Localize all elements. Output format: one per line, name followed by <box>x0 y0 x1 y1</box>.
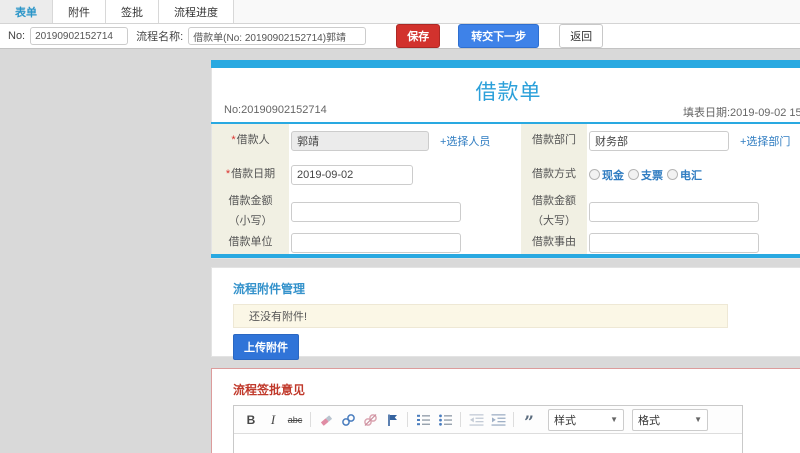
loan-date-label: *借款日期 <box>212 157 289 192</box>
tab-attachments[interactable]: 附件 <box>53 0 106 23</box>
select-department-link[interactable]: +选择部门 <box>740 133 790 149</box>
chevron-down-icon: ▼ <box>694 415 702 424</box>
panel-top-accent-bar <box>211 60 800 68</box>
toolbar-separator <box>310 412 311 427</box>
form-title: 借款单 <box>475 81 542 104</box>
amount-small-cell <box>289 192 521 232</box>
upload-attachment-button[interactable]: 上传附件 <box>233 334 299 360</box>
amount-small-label: 借款金额（小写） <box>212 192 289 232</box>
indent-icon[interactable] <box>488 410 508 430</box>
radio-circle-icon <box>589 169 600 180</box>
loan-reason-label: 借款事由 <box>521 232 587 254</box>
back-button[interactable]: 返回 <box>559 24 604 48</box>
amount-big-input[interactable] <box>589 202 759 222</box>
style-select[interactable]: 样式 ▼ <box>548 408 624 431</box>
loan-reason-cell <box>587 232 800 254</box>
no-input[interactable] <box>30 27 129 45</box>
tab-approval[interactable]: 签批 <box>106 0 159 23</box>
process-name-label: 流程名称: <box>136 31 184 43</box>
fill-date: 填表日期:2019-09-02 15:27:1 <box>683 107 800 119</box>
toolbar-separator <box>513 412 514 427</box>
loan-unit-input[interactable] <box>291 233 461 253</box>
no-label: No: <box>8 30 26 42</box>
radio-circle-icon <box>667 169 678 180</box>
no-attachments-message: 还没有附件! <box>233 304 728 328</box>
doc-no: No:20190902152714 <box>224 104 327 116</box>
toolbar-separator <box>407 412 408 427</box>
screen: 表单 附件 签批 流程进度 No: 流程名称: 保存 转交下一步 返回 借款单 … <box>0 0 800 453</box>
borrower-label: *借款人 <box>212 124 289 157</box>
next-step-button[interactable]: 转交下一步 <box>458 24 540 48</box>
panel-bottom-accent-bar <box>211 254 800 258</box>
loan-form-panel: 借款单 No:20190902152714 填表日期:2019-09-02 15… <box>211 60 800 259</box>
required-mark: * <box>231 133 236 146</box>
numbered-list-icon[interactable] <box>413 410 433 430</box>
attachments-title: 流程附件管理 <box>233 282 306 296</box>
radio-cheque[interactable]: 支票 <box>628 167 663 183</box>
department-input[interactable] <box>589 130 729 151</box>
approval-panel: 流程签批意见 B I abc ” 样式 ▼ 格式 ▼ <box>211 368 800 453</box>
amount-big-label: 借款金额（大写） <box>521 192 587 232</box>
approval-title: 流程签批意见 <box>233 383 306 397</box>
radio-cash[interactable]: 现金 <box>589 167 624 183</box>
form-meta-row: No:20190902152714 填表日期:2019-09-02 15:27:… <box>224 104 800 119</box>
header-bar: No: 流程名称: 保存 转交下一步 返回 <box>0 24 800 49</box>
unlink-icon[interactable] <box>360 410 380 430</box>
rich-text-editor: B I abc ” 样式 ▼ 格式 ▼ <box>233 405 743 453</box>
loan-reason-input[interactable] <box>589 233 759 253</box>
amount-big-cell <box>587 192 800 232</box>
tab-bar: 表单 附件 签批 流程进度 <box>0 0 800 24</box>
toolbar-separator <box>460 412 461 427</box>
bulleted-list-icon[interactable] <box>435 410 455 430</box>
italic-icon[interactable]: I <box>263 410 283 430</box>
loan-date-cell <box>289 157 521 192</box>
select-person-link[interactable]: +选择人员 <box>440 133 490 149</box>
radio-wire-transfer[interactable]: 电汇 <box>667 167 702 183</box>
tab-form[interactable]: 表单 <box>0 0 53 23</box>
blockquote-icon[interactable]: ” <box>519 406 539 433</box>
loan-unit-cell <box>289 232 521 254</box>
process-name-input[interactable] <box>188 27 367 45</box>
strikethrough-icon[interactable]: abc <box>285 410 305 430</box>
chevron-down-icon: ▼ <box>610 415 618 424</box>
tab-process-progress[interactable]: 流程进度 <box>159 0 234 23</box>
radio-circle-icon <box>628 169 639 180</box>
borrower-input[interactable] <box>291 130 429 151</box>
format-select[interactable]: 格式 ▼ <box>632 408 708 431</box>
loan-date-input[interactable] <box>291 164 413 185</box>
remove-format-icon[interactable] <box>316 410 336 430</box>
department-label: 借款部门 <box>521 124 587 157</box>
amount-small-input[interactable] <box>291 202 461 222</box>
loan-unit-label: 借款单位 <box>212 232 289 254</box>
attachments-panel: 流程附件管理 还没有附件! 上传附件 <box>211 267 800 360</box>
save-button[interactable]: 保存 <box>396 24 441 48</box>
editor-toolbar: B I abc ” 样式 ▼ 格式 ▼ <box>234 406 742 434</box>
anchor-flag-icon[interactable] <box>382 410 402 430</box>
bold-icon[interactable]: B <box>241 410 261 430</box>
outdent-icon[interactable] <box>466 410 486 430</box>
editor-content[interactable] <box>234 434 742 453</box>
link-icon[interactable] <box>338 410 358 430</box>
borrower-cell: +选择人员 <box>289 124 521 157</box>
required-mark: * <box>225 167 231 180</box>
form-grid: *借款人 +选择人员 借款部门 +选择部门 *借款日期 借款方式 <box>212 124 800 254</box>
loan-method-cell: 现金 支票 电汇 <box>587 157 800 192</box>
department-cell: +选择部门 <box>587 124 800 157</box>
loan-method-label: 借款方式 <box>521 157 587 192</box>
